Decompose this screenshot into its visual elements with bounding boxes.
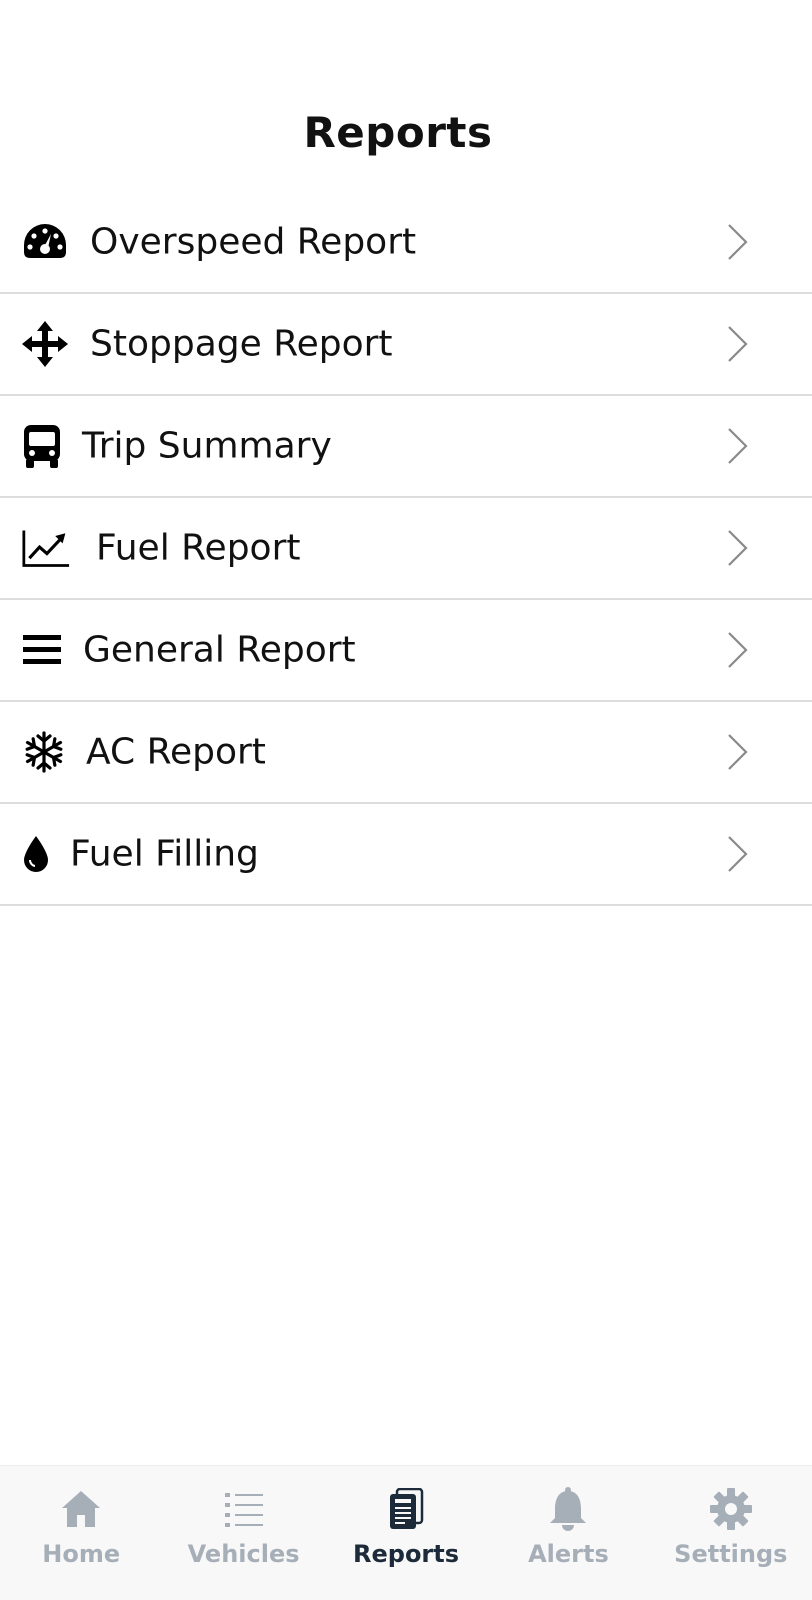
menu-lines-icon [22, 626, 70, 674]
report-item-ac-report[interactable]: AC Report [0, 702, 812, 804]
tab-label-vehicles: Vehicles [187, 1540, 300, 1568]
bell-icon [545, 1486, 591, 1532]
page-title: Reports [303, 108, 493, 157]
report-label-overspeed: Overspeed Report [90, 221, 417, 263]
reports-screen: Reports Overspeed Report Stoppage Report… [0, 0, 812, 1600]
chevron-right-icon [726, 528, 750, 568]
report-item-trip-summary[interactable]: Trip Summary [0, 396, 812, 498]
drop-icon [22, 830, 70, 878]
report-label-stoppage: Stoppage Report [90, 323, 393, 365]
tab-vehicles[interactable]: Vehicles [162, 1466, 324, 1600]
report-item-overspeed[interactable]: Overspeed Report [0, 192, 812, 294]
tab-label-reports: Reports [353, 1540, 460, 1568]
chevron-right-icon [726, 324, 750, 364]
reports-icon [383, 1486, 429, 1532]
chevron-right-icon [726, 222, 750, 262]
speedometer-icon [22, 218, 70, 266]
tab-home[interactable]: Home [0, 1466, 162, 1600]
chevron-right-icon [726, 630, 750, 670]
tab-reports[interactable]: Reports [325, 1466, 487, 1600]
tab-alerts[interactable]: Alerts [487, 1466, 649, 1600]
bus-icon [22, 422, 70, 470]
tab-label-settings: Settings [674, 1540, 788, 1568]
tab-settings[interactable]: Settings [650, 1466, 812, 1600]
report-item-fuel-report[interactable]: Fuel Report [0, 498, 812, 600]
report-label-trip-summary: Trip Summary [82, 425, 332, 467]
list-icon [221, 1486, 267, 1532]
chevron-right-icon [726, 426, 750, 466]
snowflake-icon [22, 728, 70, 776]
tab-label-alerts: Alerts [528, 1540, 609, 1568]
bottom-tab-bar: Home Vehicles Reports Alerts Settings [0, 1465, 812, 1600]
report-item-general-report[interactable]: General Report [0, 600, 812, 702]
chevron-right-icon [726, 834, 750, 874]
report-label-fuel-filling: Fuel Filling [70, 833, 259, 875]
move-arrows-icon [22, 320, 70, 368]
gear-icon [708, 1486, 754, 1532]
report-item-stoppage[interactable]: Stoppage Report [0, 294, 812, 396]
report-item-fuel-filling[interactable]: Fuel Filling [0, 804, 812, 906]
tab-label-home: Home [42, 1540, 121, 1568]
report-list: Overspeed Report Stoppage Report Trip Su… [0, 192, 812, 906]
line-chart-icon [22, 524, 70, 572]
report-label-general-report: General Report [83, 629, 356, 671]
report-label-ac-report: AC Report [86, 731, 266, 773]
chevron-right-icon [726, 732, 750, 772]
report-label-fuel-report: Fuel Report [96, 527, 301, 569]
home-icon [58, 1486, 104, 1532]
